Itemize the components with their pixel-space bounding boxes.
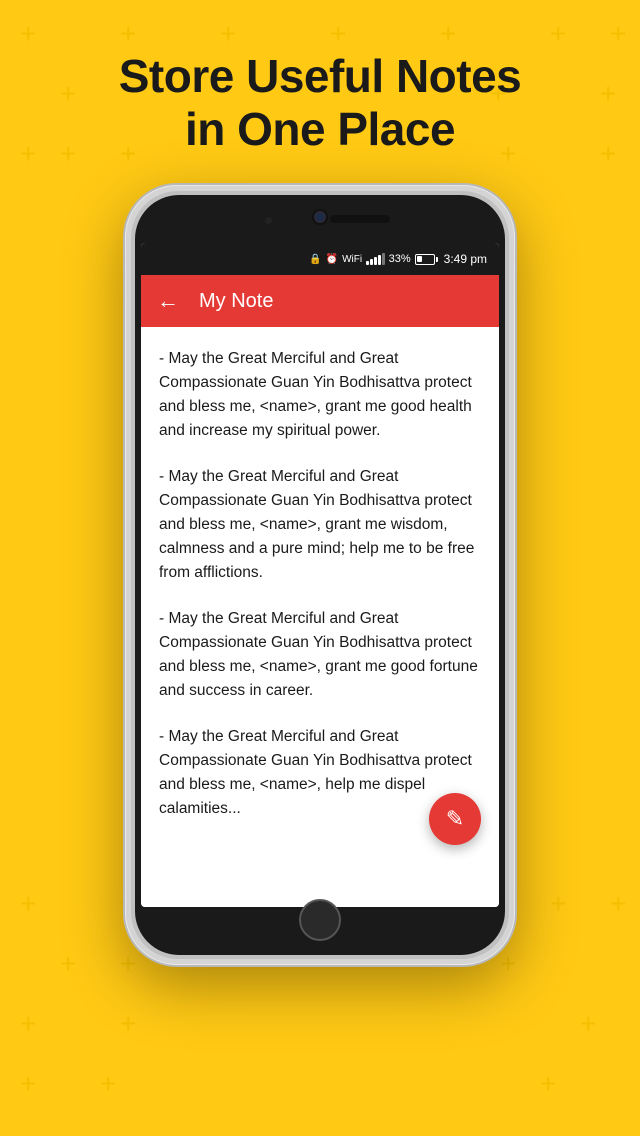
plus-decoration: + (20, 1010, 36, 1038)
phone-middle-shell: 🔒 ⏰ WiFi 33% (131, 191, 509, 959)
alarm-icon: ⏰ (326, 254, 338, 265)
plus-decoration: + (550, 890, 566, 918)
battery-icon (415, 254, 438, 265)
phone-sensor (265, 217, 272, 224)
note-paragraph-2: - May the Great Merciful and Great Compa… (159, 465, 481, 585)
note-paragraph-1: - May the Great Merciful and Great Compa… (159, 347, 481, 443)
plus-decoration: + (120, 20, 136, 48)
app-bar-title: My Note (199, 290, 273, 313)
plus-decoration: + (20, 890, 36, 918)
plus-decoration: + (330, 20, 346, 48)
header-text: Store Useful Notes in One Place (0, 50, 640, 156)
plus-decoration: + (580, 1010, 596, 1038)
back-button[interactable]: ← (157, 290, 179, 312)
plus-decoration: + (610, 890, 626, 918)
signal-bars (366, 253, 385, 265)
wifi-icon: WiFi (342, 254, 362, 265)
status-icons: 🔒 ⏰ WiFi 33% (309, 252, 487, 266)
note-paragraph-3: - May the Great Merciful and Great Compa… (159, 607, 481, 703)
plus-decoration: + (610, 20, 626, 48)
status-bar: 🔒 ⏰ WiFi 33% (141, 243, 499, 275)
lock-icon: 🔒 (309, 254, 321, 265)
phone-mockup: 🔒 ⏰ WiFi 33% (125, 185, 515, 965)
home-button[interactable] (299, 899, 341, 941)
phone-outer-shell: 🔒 ⏰ WiFi 33% (125, 185, 515, 965)
edit-icon: ✎ (446, 808, 464, 830)
phone-inner-shell: 🔒 ⏰ WiFi 33% (135, 195, 505, 955)
plus-decoration: + (440, 20, 456, 48)
header-title-line1: Store Useful Notes (0, 50, 640, 103)
clock: 3:49 pm (444, 252, 487, 266)
plus-decoration: + (60, 950, 76, 978)
header-title-line2: in One Place (0, 103, 640, 156)
plus-decoration: + (100, 1070, 116, 1098)
plus-decoration: + (120, 1010, 136, 1038)
phone-screen: 🔒 ⏰ WiFi 33% (141, 243, 499, 907)
phone-camera (312, 209, 328, 225)
plus-decoration: + (550, 20, 566, 48)
phone-speaker (330, 215, 390, 223)
battery-percent-label: 33% (389, 253, 411, 265)
plus-decoration: + (20, 20, 36, 48)
plus-decoration: + (540, 1070, 556, 1098)
edit-fab-button[interactable]: ✎ (429, 793, 481, 845)
plus-decoration: + (20, 1070, 36, 1098)
app-bar: ← My Note (141, 275, 499, 327)
plus-decoration: + (220, 20, 236, 48)
